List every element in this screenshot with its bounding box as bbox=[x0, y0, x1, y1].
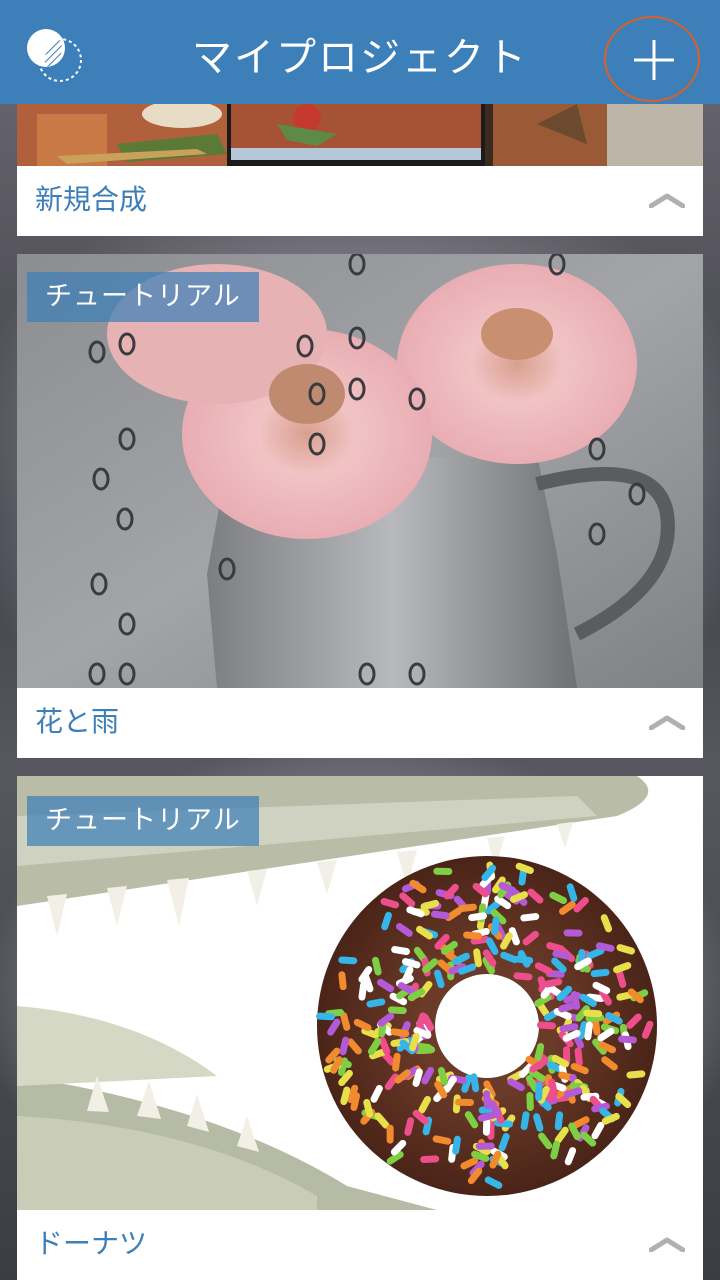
project-caption[interactable]: 花と雨 bbox=[17, 688, 703, 758]
project-caption[interactable]: ドーナツ bbox=[17, 1210, 703, 1280]
chevron-up-icon[interactable] bbox=[648, 1236, 686, 1256]
project-thumbnail[interactable]: チュートリアル bbox=[17, 254, 703, 688]
add-project-button[interactable] bbox=[604, 16, 700, 102]
plus-icon bbox=[634, 40, 674, 80]
project-card[interactable]: 新規合成 bbox=[17, 104, 703, 236]
chevron-up-icon[interactable] bbox=[648, 714, 686, 734]
project-thumbnail[interactable] bbox=[17, 104, 703, 166]
project-title: 新規合成 bbox=[35, 183, 148, 216]
app-header: マイプロジェクト bbox=[0, 0, 720, 104]
project-card[interactable]: チュートリアル ドーナツ bbox=[17, 776, 703, 1280]
tutorial-badge: チュートリアル bbox=[27, 796, 259, 846]
project-title: ドーナツ bbox=[35, 1227, 148, 1260]
chevron-up-icon[interactable] bbox=[648, 192, 686, 212]
project-thumbnail[interactable]: チュートリアル bbox=[17, 776, 703, 1210]
project-title: 花と雨 bbox=[35, 705, 120, 738]
tutorial-badge: チュートリアル bbox=[27, 272, 259, 322]
project-card[interactable]: チュートリアル 花と雨 bbox=[17, 254, 703, 758]
project-caption[interactable]: 新規合成 bbox=[17, 166, 703, 236]
